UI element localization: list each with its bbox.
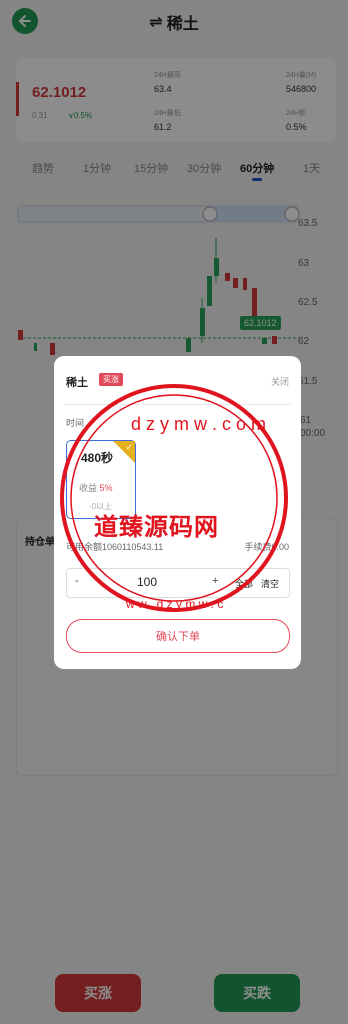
minus-button[interactable]: - <box>75 575 79 587</box>
confirm-order-button[interactable]: 确认下单 <box>66 619 290 653</box>
check-icon: ✓ <box>125 442 133 452</box>
yield-label: 收益 <box>79 483 98 493</box>
option-time: 480秒 <box>81 451 114 465</box>
watermark-text: 道臻源码网 <box>94 514 219 541</box>
direction-badge: 买涨 <box>99 373 123 386</box>
plus-button[interactable]: + <box>212 575 218 587</box>
quantity-input[interactable]: 100 <box>137 575 157 589</box>
yield-value: 5% <box>99 483 113 493</box>
all-button[interactable]: 全部 <box>235 577 253 590</box>
close-button[interactable]: 关闭 <box>271 375 289 388</box>
clear-button[interactable]: 清空 <box>261 577 279 590</box>
trade-page: ⇌ 稀土 62.1012 0.31 ∨0.5% 24H最高 63.4 24H量(… <box>0 0 348 1024</box>
option-yield: 收益 5% <box>79 481 113 494</box>
time-label: 时间 <box>66 418 85 428</box>
quantity-stepper: - 100 + 全部 清空 <box>66 568 290 598</box>
modal-title: 稀土 <box>66 377 88 389</box>
fee-text: 手续费0.00 <box>244 542 289 552</box>
divider <box>64 404 291 405</box>
